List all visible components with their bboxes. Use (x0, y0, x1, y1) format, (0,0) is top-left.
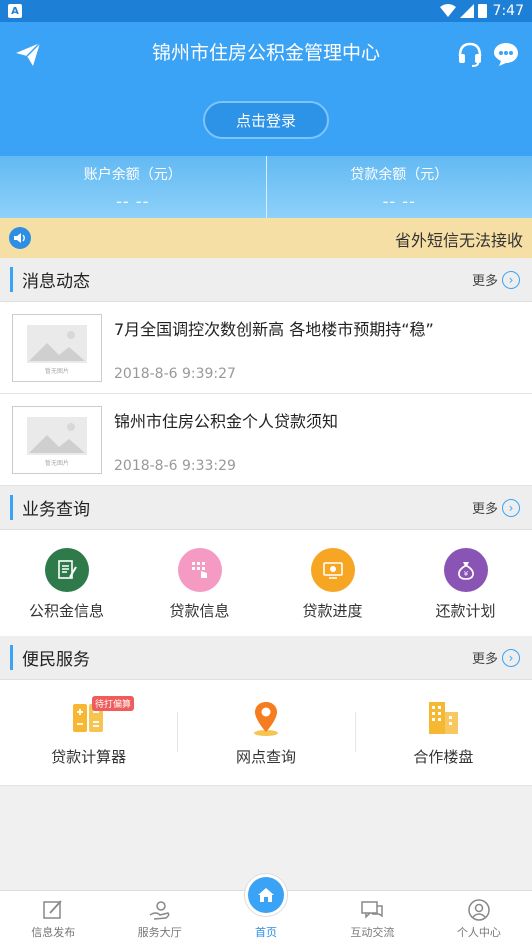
account-balance[interactable]: 账户余额（元） -- -- (0, 156, 266, 218)
repayment-plan-button[interactable]: ¥ 还款计划 (399, 530, 532, 636)
tab-label: 个人中心 (456, 926, 501, 939)
loan-progress-button[interactable]: 贷款进度 (266, 530, 399, 636)
loan-info-label: 贷款信息 (169, 602, 230, 620)
chevron-right-icon: › (502, 498, 520, 517)
message-icon (361, 901, 384, 919)
image-placeholder-icon: 暂无图片 (12, 313, 102, 382)
tab-personal-center[interactable]: 个人中心 (426, 891, 532, 946)
business-section-header: 业务查询 更多 › (0, 486, 532, 530)
calculator-tag: 待打偏算 (92, 696, 135, 711)
image-placeholder-icon: 暂无图片 (12, 405, 102, 474)
loan-balance-label: 贷款余额（元） (350, 167, 449, 183)
service-section-title: 便民服务 (10, 645, 90, 670)
signal-icon (459, 4, 474, 18)
news-title: 锦州市住房公积金个人贷款须知 (114, 411, 339, 431)
news-date: 2018-8-6 9:39:27 (114, 365, 236, 382)
headset-icon[interactable] (456, 40, 484, 68)
building-icon (429, 702, 459, 734)
business-grid: 公积金信息 贷款信息 贷款进度 ¥ 还款计划 (0, 530, 532, 636)
notice-text: 省外短信无法接收 (395, 231, 524, 250)
news-item[interactable]: 暂无图片 7月全国调控次数创新高 各地楼市预期持“稳” 2018-8-6 9:3… (0, 302, 532, 394)
home-icon (244, 873, 289, 917)
more-label: 更多 (471, 502, 498, 517)
tab-label: 互动交流 (350, 926, 395, 939)
login-button[interactable]: 点击登录 (203, 101, 329, 139)
service-more-link[interactable]: 更多 › (472, 648, 520, 667)
loan-calculator-label: 贷款计算器 (51, 748, 127, 766)
tab-interaction[interactable]: 互动交流 (319, 891, 425, 946)
battery-icon (477, 4, 487, 18)
wifi-icon (439, 4, 456, 17)
page-title: 锦州市住房公积金管理中心 (151, 42, 380, 64)
keypad-icon (177, 548, 222, 592)
tab-home[interactable]: 首页 (213, 873, 319, 946)
loan-balance[interactable]: 贷款余额（元） -- -- (265, 156, 532, 218)
news-more-link[interactable]: 更多 › (472, 270, 520, 289)
more-label: 更多 (471, 652, 498, 667)
moneybag-icon: ¥ (443, 548, 488, 592)
user-icon (468, 899, 490, 921)
tab-service-hall[interactable]: 服务大厅 (106, 891, 212, 946)
fund-info-button[interactable]: 公积金信息 (0, 530, 133, 636)
partner-property-button[interactable]: 合作楼盘 (354, 680, 532, 785)
repayment-plan-label: 还款计划 (435, 602, 496, 620)
news-item[interactable]: 暂无图片 锦州市住房公积金个人贷款须知 2018-8-6 9:33:29 (0, 394, 532, 486)
loan-balance-value: -- -- (382, 192, 416, 211)
speaker-icon (9, 227, 31, 249)
news-section-title: 消息动态 (10, 267, 90, 292)
service-grid: 待打偏算 贷款计算器 网点查询 合作楼盘 (0, 680, 532, 786)
news-date: 2018-8-6 9:33:29 (114, 457, 236, 474)
news-section-header: 消息动态 更多 › (0, 258, 532, 302)
news-title: 7月全国调控次数创新高 各地楼市预期持“稳” (114, 319, 434, 339)
loan-progress-label: 贷款进度 (302, 602, 363, 620)
status-bar: A 7:47 (0, 0, 532, 22)
tab-label: 信息发布 (31, 926, 76, 939)
notice-bar[interactable]: 省外短信无法接收 (0, 218, 532, 258)
loan-info-button[interactable]: 贷款信息 (133, 530, 266, 636)
notification-icon: A (8, 4, 22, 18)
svg-text:¥: ¥ (463, 570, 468, 578)
balance-panel: 账户余额（元） -- -- 贷款余额（元） -- -- (0, 156, 532, 218)
more-label: 更多 (471, 274, 498, 289)
chevron-right-icon: › (502, 648, 520, 667)
document-icon (44, 548, 89, 592)
branch-search-button[interactable]: 网点查询 (177, 680, 354, 785)
hand-service-icon (149, 901, 170, 920)
loan-calculator-button[interactable]: 待打偏算 贷款计算器 (0, 680, 177, 785)
thumb-caption: 暂无图片 (45, 367, 69, 375)
business-section-title: 业务查询 (10, 495, 90, 520)
account-balance-label: 账户余额（元） (83, 167, 182, 183)
tab-info-publish[interactable]: 信息发布 (0, 891, 106, 946)
monitor-icon (310, 548, 355, 592)
business-more-link[interactable]: 更多 › (472, 498, 520, 517)
tab-label: 服务大厅 (137, 926, 182, 939)
clock: 7:47 (492, 3, 524, 19)
chevron-right-icon: › (502, 270, 520, 289)
partner-property-label: 合作楼盘 (413, 748, 474, 766)
header: 锦州市住房公积金管理中心 点击登录 (0, 22, 532, 156)
location-pin-icon (253, 702, 278, 736)
tab-label: 首页 (255, 926, 278, 939)
branch-search-label: 网点查询 (235, 748, 296, 766)
edit-icon (43, 900, 62, 919)
account-balance-value: -- -- (116, 192, 150, 211)
thumb-caption: 暂无图片 (45, 459, 69, 467)
bottom-tab-bar: 信息发布 服务大厅 首页 互动交流 个人中心 (0, 873, 532, 946)
service-section-header: 便民服务 更多 › (0, 636, 532, 680)
fund-info-label: 公积金信息 (28, 602, 104, 620)
chat-icon[interactable] (492, 40, 520, 68)
